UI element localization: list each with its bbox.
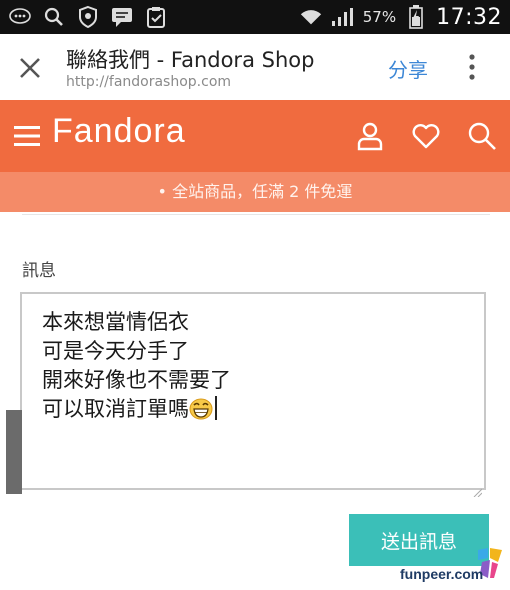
resize-handle[interactable] — [472, 476, 483, 498]
message-label: 訊息 — [22, 261, 56, 281]
page-title: 聯絡我們 - Fandora Shop — [66, 48, 315, 72]
share-button[interactable]: 分享 — [388, 54, 428, 83]
battery-icon — [404, 5, 428, 29]
message-line-4-text: 可以取消訂單嗎 — [42, 397, 189, 421]
signal-icon — [331, 5, 355, 29]
notification-icons — [8, 4, 168, 30]
shield-icon — [76, 5, 100, 29]
chat-app-icon — [8, 5, 32, 29]
menu-icon[interactable] — [14, 126, 40, 146]
status-bar: 57% 17:32 — [0, 0, 510, 34]
heart-icon[interactable] — [410, 120, 442, 152]
site-header: Fandora — [0, 100, 510, 172]
clock: 17:32 — [436, 4, 502, 30]
system-status: 57% 17:32 — [299, 0, 502, 34]
message-line-3: 開來好像也不需要了 — [42, 368, 231, 392]
user-icon[interactable] — [354, 120, 386, 152]
message-textarea[interactable]: 本來想當情侶衣 可是今天分手了 開來好像也不需要了 可以取消訂單嗎 — [20, 292, 486, 498]
text-caret — [215, 396, 217, 420]
clipboard-check-icon — [144, 5, 168, 29]
more-options-icon[interactable] — [462, 50, 482, 84]
close-icon[interactable] — [14, 52, 46, 84]
scrollbar-thumb[interactable] — [6, 410, 22, 494]
message-line-1: 本來想當情侶衣 — [42, 310, 189, 334]
message-icon — [110, 5, 134, 29]
battery-percent: 57% — [362, 8, 397, 26]
search-icon[interactable] — [466, 120, 498, 152]
watermark-text: funpeer.com — [400, 566, 484, 582]
promo-banner: • 全站商品，任滿 2 件免運 — [0, 172, 510, 212]
message-line-4: 可以取消訂單嗎 — [42, 395, 464, 424]
message-line-2: 可是今天分手了 — [42, 339, 189, 363]
search-app-icon — [42, 5, 66, 29]
grinning-face-icon — [189, 398, 213, 420]
divider — [22, 214, 490, 215]
watermark: funpeer.com — [382, 548, 506, 588]
browser-toolbar: 聯絡我們 - Fandora Shop http://fandorashop.c… — [0, 34, 510, 101]
site-logo[interactable]: Fandora — [52, 112, 186, 151]
wifi-icon — [299, 5, 323, 29]
page-url: http://fandorashop.com — [66, 74, 232, 90]
